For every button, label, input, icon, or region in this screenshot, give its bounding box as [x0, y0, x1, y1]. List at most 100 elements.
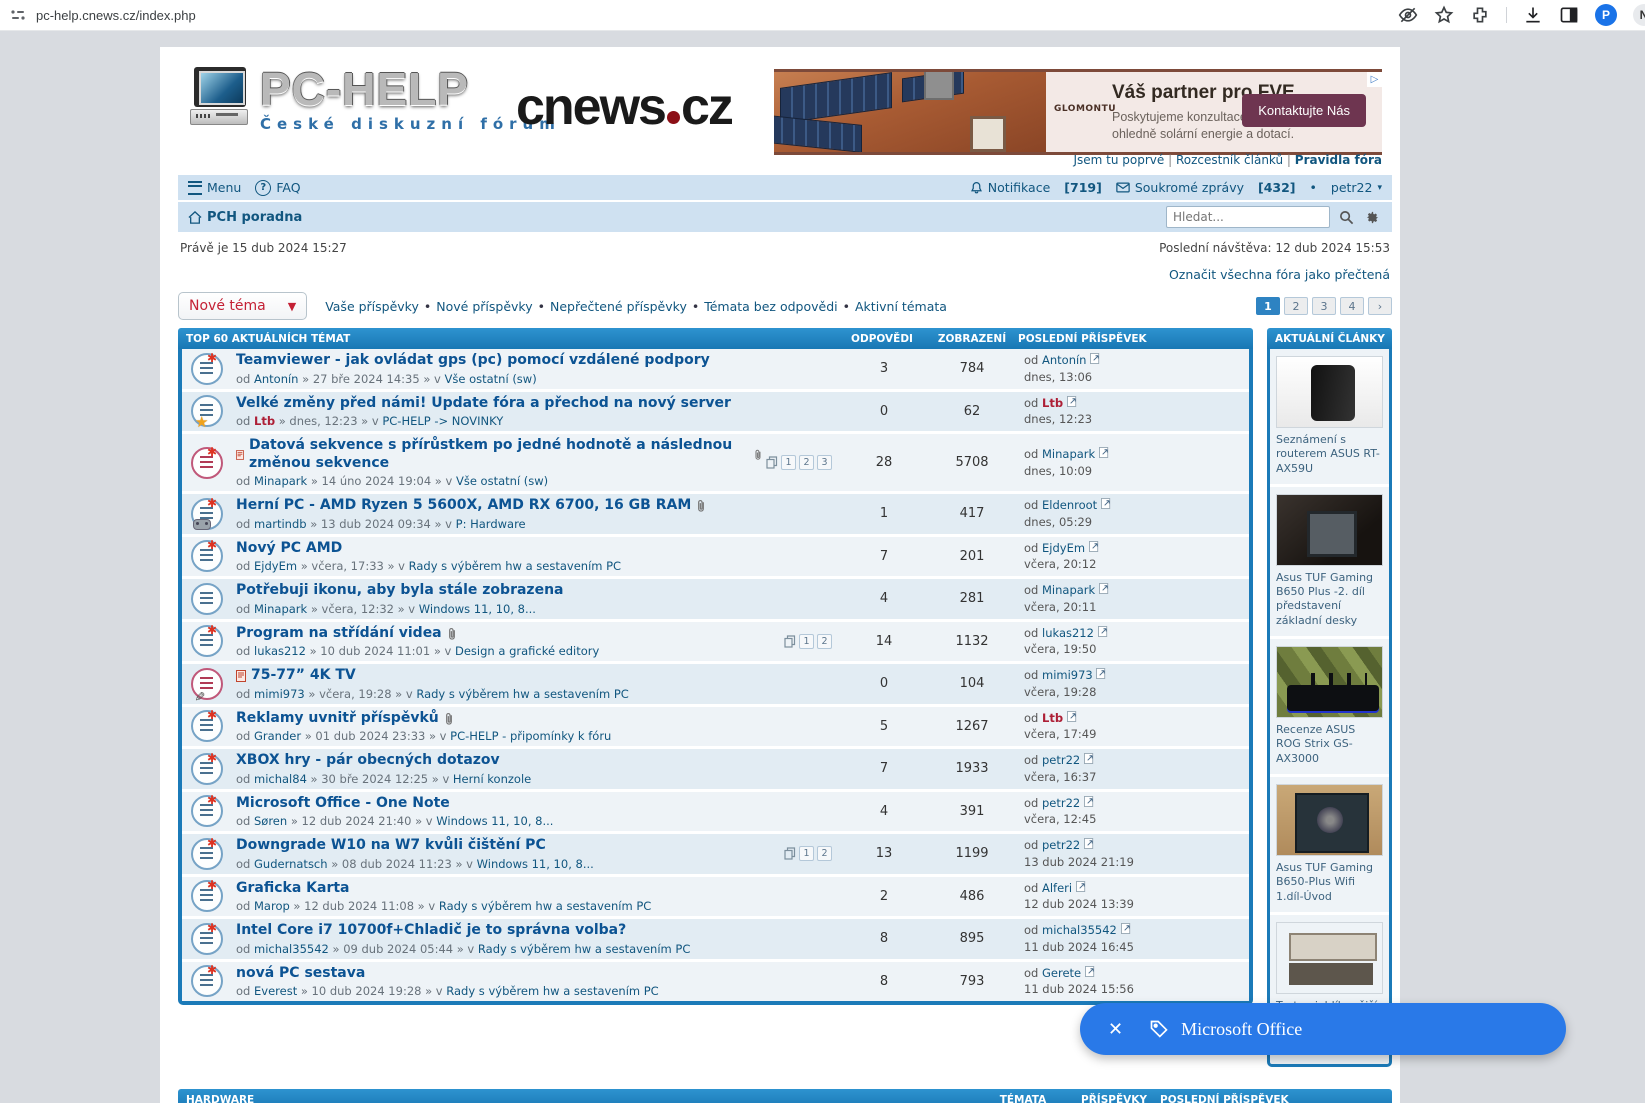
- site-info-icon[interactable]: [10, 7, 26, 23]
- last-post-author-link[interactable]: mimi973: [1042, 668, 1093, 682]
- topic-page-button[interactable]: 3: [817, 455, 832, 470]
- goto-last-post-icon[interactable]: [1067, 711, 1078, 722]
- topic-forum-link[interactable]: Vše ostatní (sw): [456, 474, 548, 488]
- goto-last-post-icon[interactable]: [1096, 668, 1107, 679]
- ad-cta-button[interactable]: Kontaktujte Nás: [1242, 94, 1366, 127]
- topic-title-link[interactable]: Nový PC AMD: [236, 540, 828, 558]
- last-post-author-link[interactable]: Gerete: [1042, 966, 1081, 980]
- download-icon[interactable]: [1523, 5, 1543, 25]
- topic-title-link[interactable]: Datová sekvence s přírůstkem po jedné ho…: [236, 437, 762, 472]
- last-post-author-link[interactable]: petr22: [1042, 753, 1080, 767]
- private-messages-link[interactable]: Soukromé zprávy [432]: [1116, 180, 1296, 195]
- menu-button[interactable]: Menu: [188, 180, 241, 195]
- topic-title-link[interactable]: Teamviewer - jak ovládat gps (pc) pomocí…: [236, 352, 828, 370]
- goto-last-post-icon[interactable]: [1090, 353, 1101, 364]
- last-post-author-link[interactable]: Ltb: [1042, 396, 1063, 410]
- toplink-2[interactable]: Pravidla fóra: [1295, 153, 1382, 167]
- topic-forum-link[interactable]: PC-HELP - připomínky k fóru: [450, 729, 611, 743]
- topic-author-link[interactable]: Minapark: [254, 602, 307, 616]
- pc-help-logo[interactable]: PC-HELP České diskuzní fórum: [190, 67, 561, 133]
- user-menu[interactable]: petr22▾: [1331, 180, 1382, 195]
- url-text[interactable]: pc-help.cnews.cz/index.php: [36, 8, 196, 23]
- sidebar-article[interactable]: Seznámení s routerem ASUS RT-AX59U: [1270, 349, 1389, 484]
- goto-last-post-icon[interactable]: [1101, 498, 1112, 509]
- topic-author-link[interactable]: Antonín: [254, 372, 298, 386]
- faq-button[interactable]: ? FAQ: [255, 180, 300, 196]
- tab-group-popup[interactable]: ✕ Microsoft Office: [1080, 1003, 1566, 1055]
- topic-title-link[interactable]: Program na střídání videa: [236, 625, 780, 643]
- topic-forum-link[interactable]: PC-HELP -> NOVINKY: [382, 414, 503, 428]
- topic-forum-link[interactable]: Windows 11, 10, 8...: [436, 814, 553, 828]
- last-post-author-link[interactable]: Antonín: [1042, 353, 1086, 367]
- ad-banner[interactable]: GLOMONTU Váš partner pro FVE Poskytujeme…: [774, 69, 1382, 155]
- cnews-logo[interactable]: cnewscz: [516, 77, 732, 137]
- goto-last-post-icon[interactable]: [1084, 796, 1095, 807]
- last-post-author-link[interactable]: Alferi: [1042, 881, 1072, 895]
- topic-author-link[interactable]: Søren: [254, 814, 287, 828]
- quicklink-3[interactable]: Témata bez odpovědi: [704, 299, 837, 314]
- topic-author-link[interactable]: martindb: [254, 517, 307, 531]
- last-post-author-link[interactable]: petr22: [1042, 838, 1080, 852]
- topic-forum-link[interactable]: Herní konzole: [453, 772, 531, 786]
- page-button-2[interactable]: 2: [1284, 297, 1308, 315]
- goto-last-post-icon[interactable]: [1076, 881, 1087, 892]
- topic-author-link[interactable]: michal84: [254, 772, 307, 786]
- page-button-1[interactable]: 1: [1256, 297, 1280, 315]
- topic-forum-link[interactable]: Vše ostatní (sw): [445, 372, 537, 386]
- topic-title-link[interactable]: Velké změny před námi! Update fóra a pře…: [236, 395, 828, 413]
- topic-forum-link[interactable]: Windows 11, 10, 8...: [419, 602, 536, 616]
- sidebar-article[interactable]: Asus TUF Gaming B650 Plus -2. díl předst…: [1270, 484, 1389, 636]
- topic-title-link[interactable]: Downgrade W10 na W7 kvůli čištění PC: [236, 837, 780, 855]
- profile-avatar[interactable]: P: [1595, 4, 1617, 26]
- topic-author-link[interactable]: Minapark: [254, 474, 307, 488]
- topic-page-button[interactable]: 1: [781, 455, 796, 470]
- topic-author-link[interactable]: lukas212: [254, 644, 306, 658]
- topic-author-link[interactable]: michal35542: [254, 942, 329, 956]
- goto-last-post-icon[interactable]: [1084, 838, 1095, 849]
- goto-last-post-icon[interactable]: [1085, 966, 1096, 977]
- adchoices-icon[interactable]: ▷: [1367, 72, 1382, 87]
- topic-forum-link[interactable]: Rady s výběrem hw a sestavením PC: [446, 984, 658, 998]
- topic-author-link[interactable]: mimi973: [254, 687, 305, 701]
- topic-author-link[interactable]: Ltb: [254, 414, 275, 428]
- topic-page-button[interactable]: 1: [799, 846, 814, 861]
- page-button-4[interactable]: 4: [1340, 297, 1364, 315]
- page-button-3[interactable]: 3: [1312, 297, 1336, 315]
- goto-last-post-icon[interactable]: [1099, 583, 1110, 594]
- quicklink-0[interactable]: Vaše příspěvky: [325, 299, 419, 314]
- last-post-author-link[interactable]: EjdyEm: [1042, 541, 1085, 555]
- topic-forum-link[interactable]: Rady s výběrem hw a sestavením PC: [439, 899, 651, 913]
- topic-forum-link[interactable]: Design a grafické editory: [455, 644, 599, 658]
- mark-forums-read-link[interactable]: Označit všechna fóra jako přečtená: [1169, 267, 1390, 282]
- topic-author-link[interactable]: Everest: [254, 984, 297, 998]
- last-post-author-link[interactable]: lukas212: [1042, 626, 1094, 640]
- side-panel-icon[interactable]: [1559, 5, 1579, 25]
- secondary-avatar[interactable]: N: [1633, 4, 1645, 26]
- search-settings-gear-icon[interactable]: [1362, 207, 1382, 227]
- new-topic-button[interactable]: Nové téma ▼: [178, 292, 307, 320]
- sidebar-article[interactable]: Recenze ASUS ROG Strix GS-AX3000: [1270, 636, 1389, 774]
- last-post-author-link[interactable]: Minapark: [1042, 447, 1095, 461]
- last-post-author-link[interactable]: michal35542: [1042, 923, 1117, 937]
- bookmark-star-icon[interactable]: [1434, 5, 1454, 25]
- breadcrumb-home[interactable]: PCH poradna: [188, 210, 302, 225]
- sidebar-article[interactable]: Asus TUF Gaming B650-Plus Wifi 1.díl-Úvo…: [1270, 774, 1389, 912]
- toplink-0[interactable]: Jsem tu poprvé: [1073, 153, 1164, 167]
- goto-last-post-icon[interactable]: [1098, 626, 1109, 637]
- topic-title-link[interactable]: Herní PC - AMD Ryzen 5 5600X, AMD RX 670…: [236, 497, 828, 515]
- topic-forum-link[interactable]: Windows 11, 10, 8...: [477, 857, 594, 871]
- goto-last-post-icon[interactable]: [1099, 447, 1110, 458]
- topic-title-link[interactable]: nová PC sestava: [236, 965, 828, 983]
- topic-author-link[interactable]: Grander: [254, 729, 301, 743]
- topic-page-button[interactable]: 2: [817, 634, 832, 649]
- quicklink-4[interactable]: Aktivní témata: [855, 299, 947, 314]
- topic-title-link[interactable]: Graficka Karta: [236, 880, 828, 898]
- topic-forum-link[interactable]: Rady s výběrem hw a sestavením PC: [409, 559, 621, 573]
- search-icon[interactable]: [1336, 207, 1356, 227]
- last-post-author-link[interactable]: Minapark: [1042, 583, 1095, 597]
- quicklink-2[interactable]: Nepřečtené příspěvky: [550, 299, 687, 314]
- topic-author-link[interactable]: Marop: [254, 899, 290, 913]
- topic-title-link[interactable]: Microsoft Office - One Note: [236, 795, 828, 813]
- close-icon[interactable]: ✕: [1108, 1019, 1123, 1040]
- page-next-button[interactable]: ›: [1368, 297, 1392, 315]
